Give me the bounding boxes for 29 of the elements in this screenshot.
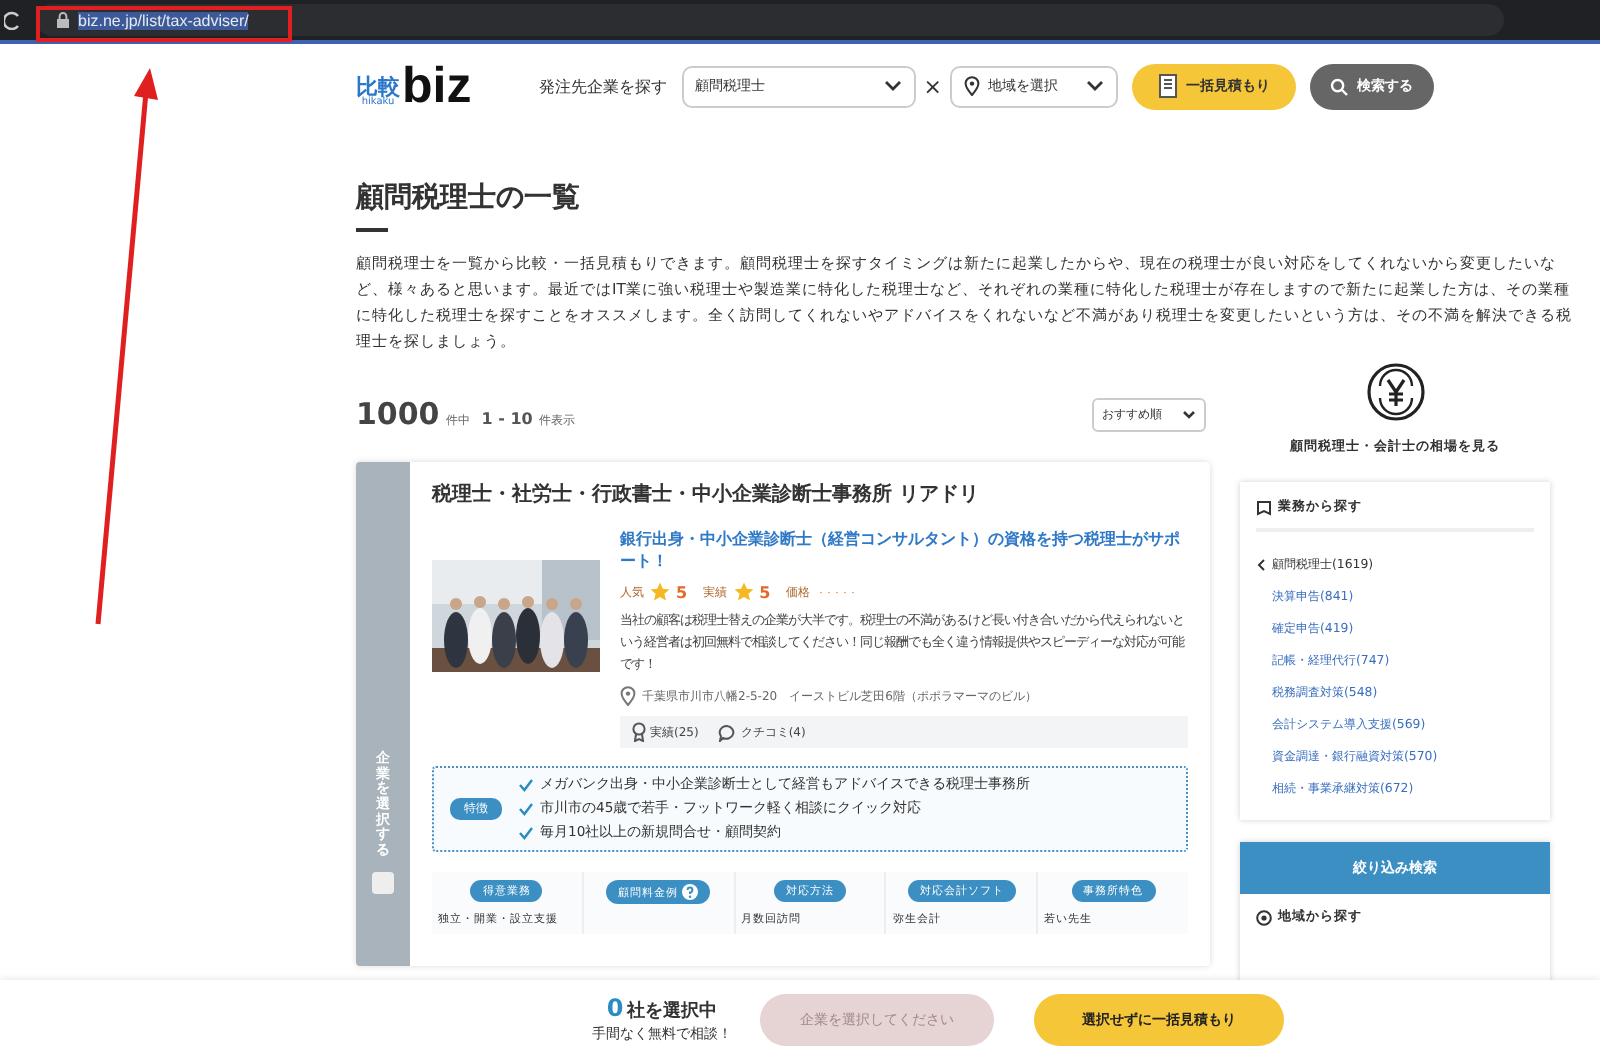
yen-coin-icon — [1365, 362, 1425, 422]
rating-value: 5 — [676, 583, 688, 601]
search-label: 発注先企業を探す — [539, 75, 668, 97]
selected-label: 社を選択中 — [627, 998, 718, 1024]
catch-copy[interactable]: 銀行出身・中小企業診断士（経営コンサルタント）の資格を持つ税理士がサポート！ — [620, 528, 1188, 572]
page-title: 顧問税理士の一覧 — [356, 180, 582, 216]
chevron-down-icon — [1085, 80, 1104, 92]
rating-value: 5 — [759, 583, 771, 601]
document-icon — [1157, 74, 1178, 98]
star-icon — [650, 582, 670, 602]
search-icon — [1330, 77, 1349, 95]
star-icon — [733, 582, 754, 602]
cross-separator: × — [923, 73, 942, 99]
chevron-down-icon — [1182, 409, 1196, 419]
lock-icon — [56, 12, 70, 28]
select-checkbox[interactable] — [372, 871, 394, 894]
medal-icon — [632, 722, 646, 742]
total-count: 1000 — [356, 396, 440, 432]
speech-bubble-icon — [718, 723, 737, 741]
book-icon — [1256, 499, 1272, 515]
range-text: 1 - 10 — [481, 410, 533, 428]
help-icon — [682, 884, 699, 900]
company-name[interactable]: 税理士・社労士・行政書士・中小企業診断士事務所 リアドリ — [432, 480, 1188, 508]
pin-icon — [963, 76, 980, 96]
pin-circle-icon — [1256, 909, 1272, 925]
selected-count: 0 — [606, 994, 624, 1022]
chevron-down-icon — [883, 80, 902, 92]
reload-icon — [4, 10, 20, 30]
pin-icon — [620, 686, 636, 706]
